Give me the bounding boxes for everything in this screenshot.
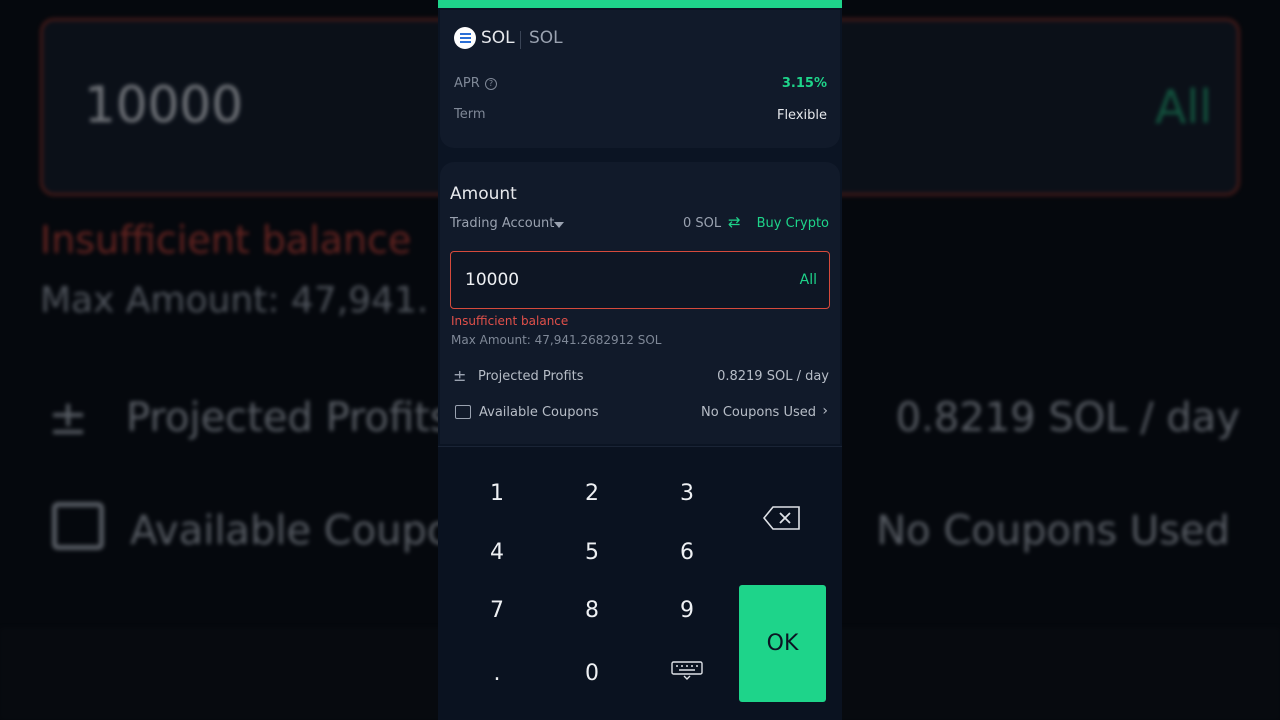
available-coupons-label: Available Coupons bbox=[479, 405, 599, 420]
numeric-keypad: 1 2 3 4 5 6 7 8 9 . 0 OK bbox=[438, 446, 842, 720]
bg-max-amount: Max Amount: 47,941. bbox=[40, 280, 429, 321]
phone-screen: SOL SOL APR ? 3.15% Term Flexible Amount… bbox=[438, 0, 842, 720]
chevron-right-icon[interactable]: › bbox=[822, 403, 828, 419]
key-3[interactable]: 3 bbox=[647, 471, 727, 515]
error-message: Insufficient balance bbox=[451, 314, 569, 328]
key-6[interactable]: 6 bbox=[647, 530, 727, 574]
key-decimal[interactable]: . bbox=[457, 651, 537, 695]
caret-down-icon[interactable] bbox=[554, 222, 564, 228]
coin-subtitle: SOL bbox=[529, 28, 563, 48]
ok-button[interactable]: OK bbox=[739, 585, 826, 702]
projected-profits-value: 0.8219 SOL / day bbox=[717, 369, 829, 384]
help-icon[interactable]: ? bbox=[485, 78, 497, 90]
plus-minus-icon: ± bbox=[453, 366, 467, 385]
key-2[interactable]: 2 bbox=[552, 471, 632, 515]
top-accent-bar bbox=[438, 0, 842, 8]
ticket-icon bbox=[455, 405, 471, 419]
key-4[interactable]: 4 bbox=[457, 530, 537, 574]
bg-projected-value: 0.8219 SOL / day bbox=[895, 395, 1240, 441]
all-button[interactable]: All bbox=[800, 272, 817, 288]
term-label: Term bbox=[454, 107, 486, 122]
amount-input[interactable]: 10000 All bbox=[450, 251, 830, 309]
bg-input-value: 10000 bbox=[84, 76, 244, 134]
apr-label: APR bbox=[454, 76, 480, 91]
key-0[interactable]: 0 bbox=[552, 651, 632, 695]
max-amount-text: Max Amount: 47,941.2682912 SOL bbox=[451, 333, 662, 347]
coin-name: SOL bbox=[481, 28, 515, 48]
balance-value: 0 SOL bbox=[683, 216, 722, 231]
product-card: SOL SOL APR ? 3.15% Term Flexible bbox=[440, 10, 840, 148]
bg-ticket-icon bbox=[52, 502, 104, 550]
backspace-icon[interactable] bbox=[763, 506, 801, 530]
amount-card: Amount Trading Account 0 SOL ⇄ Buy Crypt… bbox=[440, 162, 840, 444]
amount-input-value: 10000 bbox=[465, 270, 520, 290]
amount-title: Amount bbox=[450, 184, 517, 204]
key-7[interactable]: 7 bbox=[457, 588, 537, 632]
bg-coupons-value: No Coupons Used bbox=[876, 508, 1230, 554]
bg-all-label: All bbox=[1154, 80, 1212, 134]
coupons-value[interactable]: No Coupons Used bbox=[701, 405, 816, 420]
key-5[interactable]: 5 bbox=[552, 530, 632, 574]
key-1[interactable]: 1 bbox=[457, 471, 537, 515]
term-value: Flexible bbox=[776, 108, 827, 123]
bg-coupons-label: Available Coupo bbox=[130, 508, 452, 554]
buy-crypto-link[interactable]: Buy Crypto bbox=[757, 216, 829, 231]
divider bbox=[520, 31, 521, 49]
apr-value: 3.15% bbox=[781, 76, 827, 91]
key-9[interactable]: 9 bbox=[647, 588, 727, 632]
sol-logo-icon bbox=[454, 27, 476, 49]
bg-plus-minus-icon: ± bbox=[48, 390, 89, 446]
key-8[interactable]: 8 bbox=[552, 588, 632, 632]
projected-profits-label: Projected Profits bbox=[478, 369, 584, 384]
keyboard-icon[interactable] bbox=[671, 661, 703, 681]
account-selector[interactable]: Trading Account bbox=[450, 216, 554, 231]
transfer-icon[interactable]: ⇄ bbox=[728, 214, 741, 230]
bg-error-text: Insufficient balance bbox=[40, 218, 412, 262]
bg-projected-label: Projected Profits bbox=[126, 395, 451, 441]
